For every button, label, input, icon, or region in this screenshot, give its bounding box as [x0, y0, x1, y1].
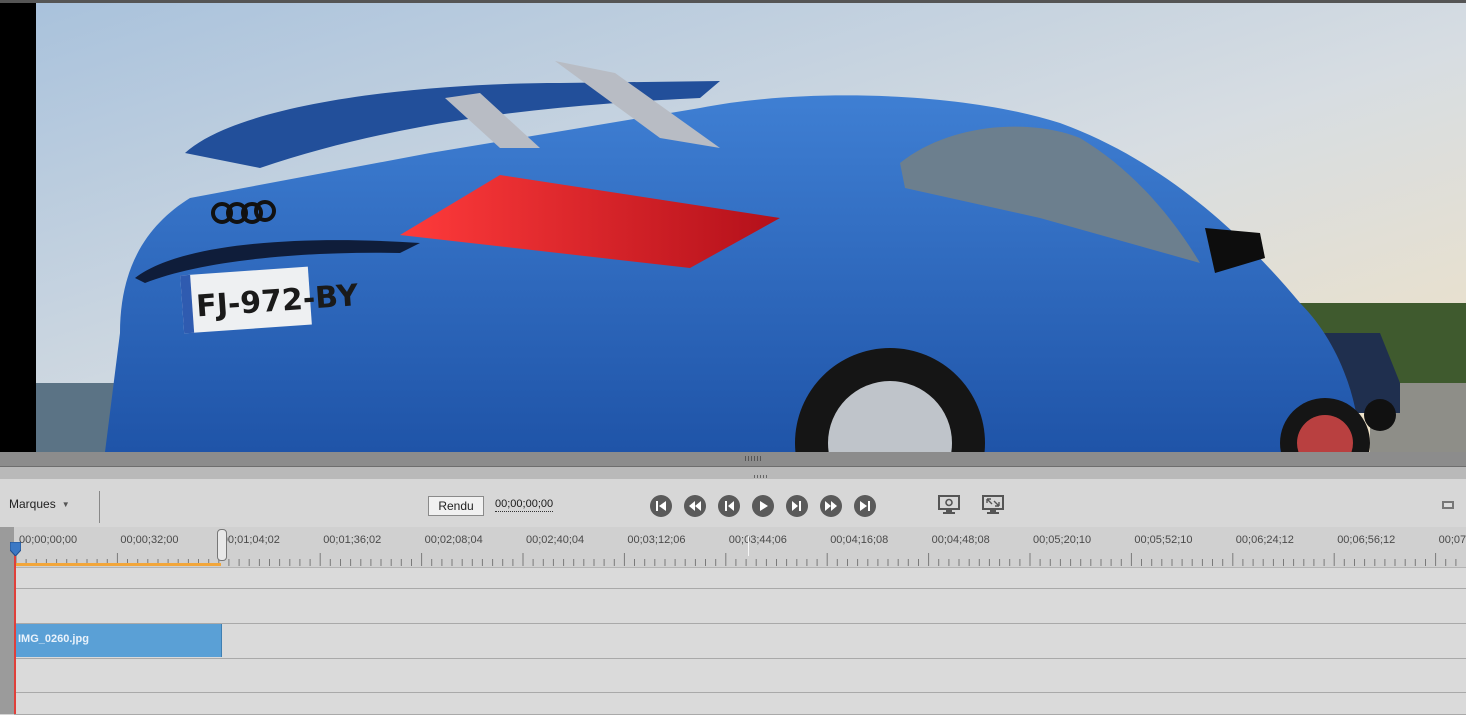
markers-dropdown[interactable]: Marques ▼: [9, 497, 70, 511]
track-row: [14, 624, 1466, 659]
splitter-grip[interactable]: [745, 456, 763, 461]
ruler-label: 00;06;24;12: [1235, 534, 1294, 546]
ruler-label: 00;02;40;04: [526, 534, 585, 546]
time-ruler[interactable]: 00;00;00;00 00;00;32;00 00;01;04;02 00;01;3…: [14, 527, 1466, 568]
ruler-label: 00;04;16;08: [830, 534, 889, 546]
monitor-controls: Marques ▼ Rendu 00;00;00;00: [0, 479, 1466, 527]
track-row: [14, 659, 1466, 693]
ruler-label: 00;03;44;06: [728, 534, 787, 546]
ruler-label: 00;03;12;06: [627, 534, 686, 546]
next-edit-icon[interactable]: [820, 495, 842, 517]
work-area-end-handle[interactable]: [217, 529, 227, 561]
panel-menu-icon[interactable]: [1438, 497, 1458, 511]
play-icon[interactable]: [752, 495, 774, 517]
preview-monitor: FJ-972-BY: [0, 0, 1466, 452]
track-row: [14, 568, 1466, 589]
ruler-label: 00;04;48;08: [931, 534, 990, 546]
panel-splitter[interactable]: [0, 452, 1466, 467]
playhead-line[interactable]: [14, 545, 16, 714]
ruler-marker: [748, 536, 749, 556]
ruler-label: 00;01;04;02: [221, 534, 280, 546]
timeline-panel: 00;00;00;00 00;00;32;00 00;01;04;02 00;01;3…: [0, 527, 1466, 715]
render-button[interactable]: Rendu: [428, 496, 484, 516]
chevron-down-icon: ▼: [61, 500, 70, 510]
ruler-label: 00;05;52;10: [1134, 534, 1193, 546]
ruler-label: 00;01;36;02: [323, 534, 382, 546]
fit-monitor-icon[interactable]: [982, 495, 1004, 515]
monitor-settings-icon[interactable]: [938, 495, 960, 515]
previous-edit-icon[interactable]: [684, 495, 706, 517]
media-clip[interactable]: IMG_0260.jpg: [15, 624, 222, 657]
markers-label: Marques: [9, 497, 56, 511]
track-row: [14, 693, 1466, 715]
ruler-label: 00;06;56;12: [1337, 534, 1396, 546]
clip-label: IMG_0260.jpg: [18, 633, 89, 645]
track-row: [14, 589, 1466, 624]
divider: [99, 491, 100, 523]
ruler-label: 00;05;20;10: [1033, 534, 1092, 546]
current-timecode[interactable]: 00;00;00;00: [495, 497, 554, 512]
ruler-ticks: [15, 553, 1457, 566]
ruler-label: 00;02;08;04: [424, 534, 483, 546]
go-to-start-icon[interactable]: [650, 495, 672, 517]
work-area-bar[interactable]: [16, 563, 221, 566]
go-to-end-icon[interactable]: [854, 495, 876, 517]
panel-splitter-lower[interactable]: [0, 467, 1466, 479]
ruler-label: 00;00;32;00: [120, 534, 179, 546]
preview-image: FJ-972-BY: [0, 3, 1466, 452]
ruler-label: 00;00;00;00: [19, 534, 78, 546]
ruler-label: 00;07;: [1438, 534, 1466, 546]
playhead-handle[interactable]: [10, 542, 21, 556]
splitter-grip-lower[interactable]: [754, 475, 768, 478]
step-back-icon[interactable]: [718, 495, 740, 517]
step-forward-icon[interactable]: [786, 495, 808, 517]
